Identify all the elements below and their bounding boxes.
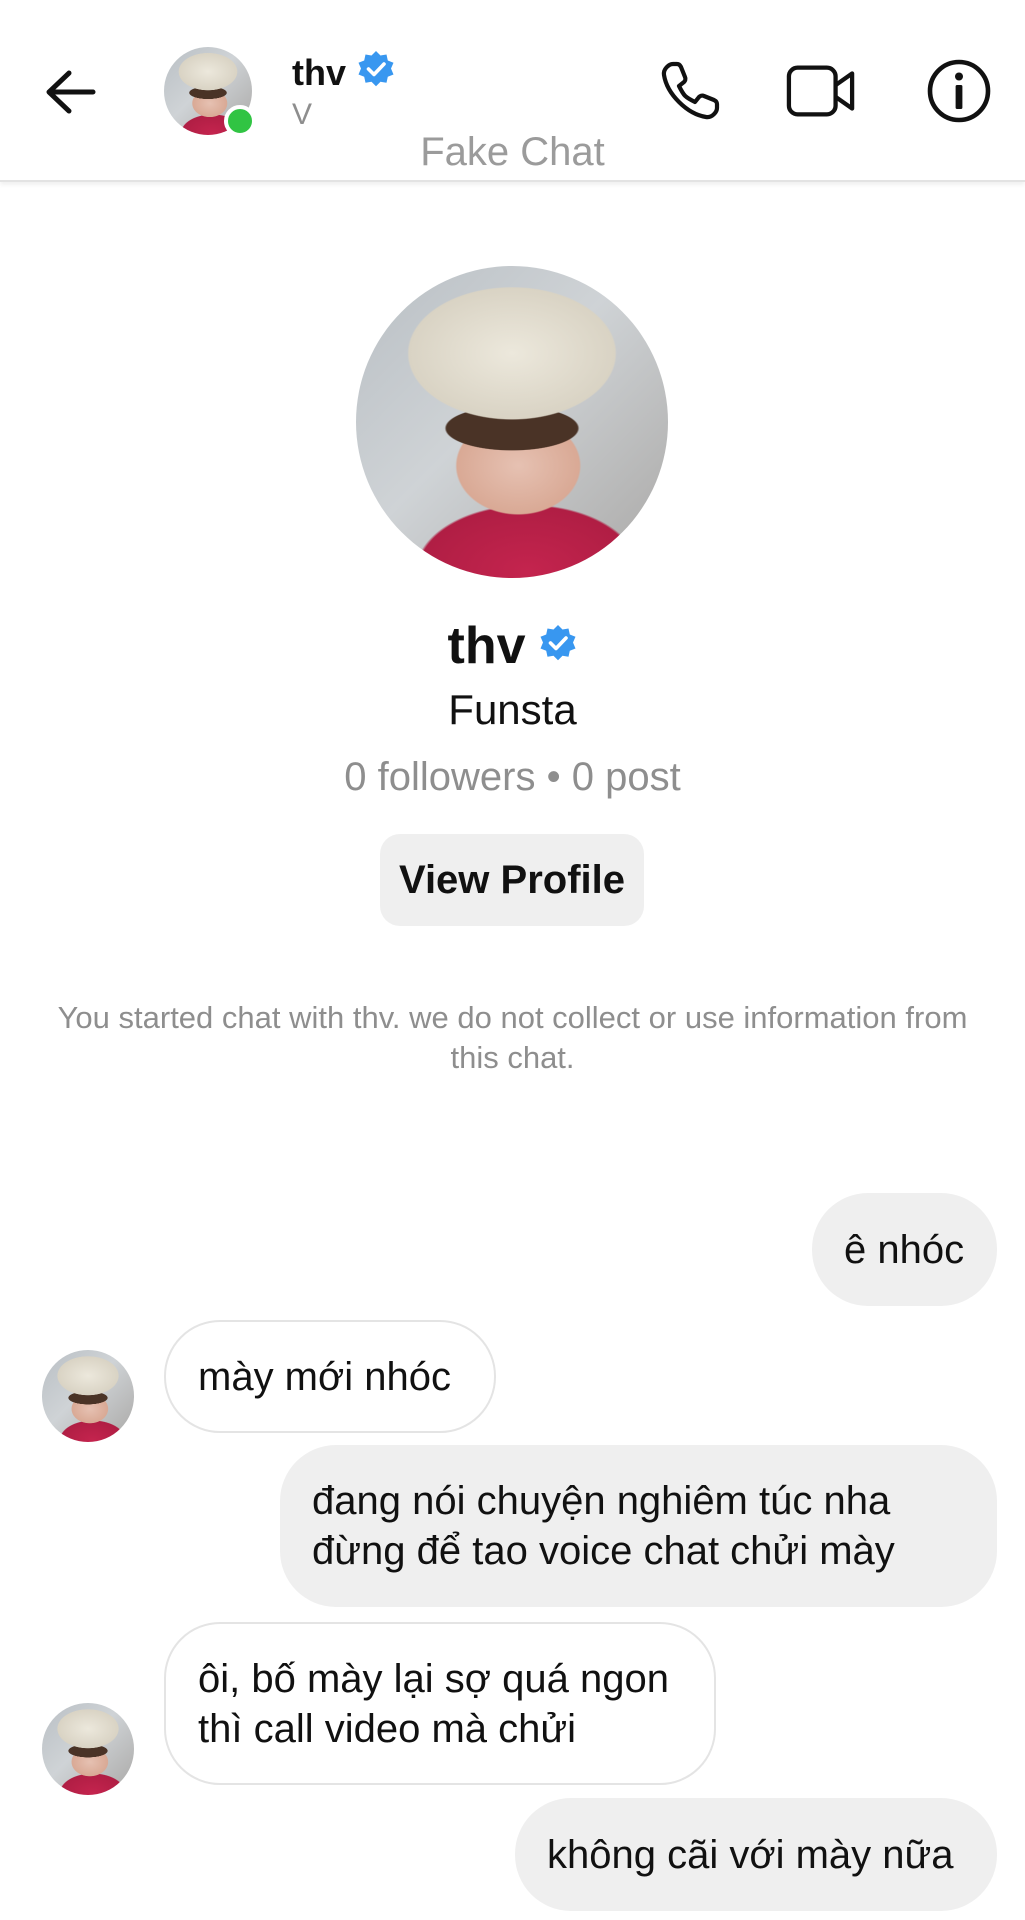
message-bubble-incoming[interactable]: mày mới nhóc — [164, 1320, 496, 1433]
message-text: đừng để tao voice chat chửi mày — [312, 1529, 895, 1573]
message-text: không cãi với mày nữa — [547, 1832, 954, 1877]
message-text: ôi, bố mày lại sợ quá ngon — [198, 1656, 669, 1701]
message-bubble-outgoing[interactable]: không cãi với mày nữa — [515, 1798, 997, 1911]
fake-chat-watermark: Fake Chat — [420, 130, 605, 174]
verified-icon — [356, 50, 396, 95]
back-button[interactable] — [40, 62, 100, 122]
profile-name: thv — [447, 617, 526, 675]
video-call-button[interactable] — [786, 56, 856, 126]
message-text: đang nói chuyện nghiêm túc nha — [312, 1479, 891, 1523]
message-bubble-outgoing[interactable]: ê nhóc — [812, 1193, 997, 1306]
message-text: ê nhóc — [844, 1227, 965, 1272]
chat-screen: thv V Fake Chat thv Funsta 0 followers •… — [0, 0, 1025, 1920]
chat-header: thv V Fake Chat — [0, 0, 1025, 182]
profile-account-type: Funsta — [448, 686, 577, 733]
profile-name-row: thv — [0, 616, 1025, 676]
video-camera-icon — [786, 65, 855, 117]
contact-name: thv — [292, 51, 346, 93]
info-button[interactable] — [924, 56, 994, 126]
verified-icon — [538, 624, 578, 669]
view-profile-button[interactable]: View Profile — [380, 834, 644, 926]
profile-stats: 0 followers • 0 post — [344, 755, 681, 799]
message-text: mày mới nhóc — [198, 1354, 451, 1399]
message-bubble-outgoing[interactable]: đang nói chuyện nghiêm túc nha đừng để t… — [280, 1445, 997, 1607]
sender-avatar[interactable] — [42, 1350, 134, 1442]
sender-avatar[interactable] — [42, 1703, 134, 1795]
message-text: thì call video mà chửi — [198, 1706, 577, 1751]
profile-avatar[interactable] — [356, 266, 668, 578]
phone-icon — [661, 61, 720, 120]
info-icon — [927, 59, 991, 123]
chat-start-notice: You started chat with thv. we do not col… — [57, 1000, 968, 1075]
header-title[interactable]: thv — [292, 50, 396, 95]
contact-subtitle: V — [292, 98, 313, 131]
back-arrow-icon — [46, 70, 96, 114]
call-button[interactable] — [655, 56, 725, 126]
header-avatar-wrapper[interactable] — [164, 47, 256, 137]
message-bubble-incoming[interactable]: ôi, bố mày lại sợ quá ngon thì call vide… — [164, 1622, 716, 1785]
